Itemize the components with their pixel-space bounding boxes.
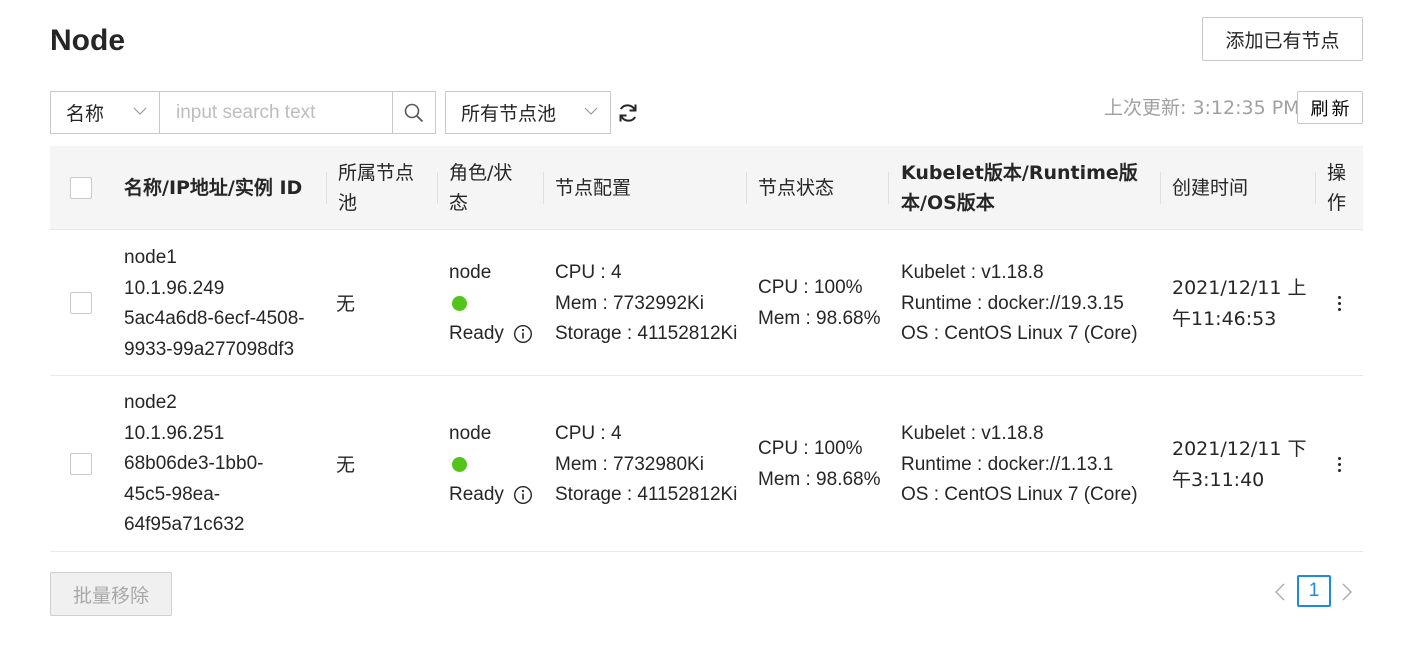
node-pool: 无 bbox=[336, 293, 356, 315]
last-updated-text: 上次更新: 3:12:35 PM bbox=[1104, 97, 1300, 119]
ready-status-dot bbox=[452, 456, 467, 472]
search-input[interactable] bbox=[160, 91, 393, 134]
info-icon[interactable] bbox=[513, 324, 533, 344]
header-node-status: 节点状态 bbox=[758, 177, 835, 199]
chevron-left-icon[interactable] bbox=[1270, 580, 1290, 604]
node-config: CPU : 4 Mem : 7732980Ki Storage : 411528… bbox=[555, 423, 738, 505]
header-node-pool: 所属节点 池 bbox=[338, 162, 415, 214]
node-state: Ready bbox=[449, 323, 504, 344]
table-header: 名称/IP地址/实例 ID 所属节点 池 角色/状 态 节点配置 节点状态 Ku… bbox=[50, 146, 1363, 230]
node-versions: Kubelet : v1.18.8 Runtime : docker://19.… bbox=[901, 262, 1138, 344]
node-versions: Kubelet : v1.18.8 Runtime : docker://1.1… bbox=[901, 423, 1138, 505]
created-time: 2021/12/11 下 午3:11:40 bbox=[1172, 438, 1307, 491]
role-status: node Ready bbox=[449, 258, 533, 350]
more-actions-icon[interactable] bbox=[1329, 450, 1349, 478]
node-pool-select[interactable]: 所有节点池 bbox=[445, 91, 611, 134]
node-state: Ready bbox=[449, 484, 504, 505]
header-node-config: 节点配置 bbox=[555, 177, 632, 199]
chevron-down-icon bbox=[584, 107, 598, 115]
role-status: node Ready bbox=[449, 419, 533, 511]
page-title: Node bbox=[50, 24, 125, 57]
search-icon bbox=[404, 103, 424, 122]
reload-icon[interactable] bbox=[616, 101, 640, 125]
ready-status-dot bbox=[452, 295, 467, 311]
node-ip: 10.1.96.249 bbox=[124, 277, 225, 299]
instance-id-line: 5ac4a6d8-6ecf-4508- bbox=[124, 308, 305, 329]
node-config: CPU : 4 Mem : 7732992Ki Storage : 411528… bbox=[555, 262, 738, 344]
node-usage: CPU : 100% Mem : 98.68% bbox=[758, 438, 881, 490]
select-all-checkbox[interactable] bbox=[70, 177, 92, 199]
pagination-page-1[interactable]: 1 bbox=[1297, 575, 1331, 607]
node-ip: 10.1.96.251 bbox=[124, 422, 225, 444]
row-checkbox[interactable] bbox=[70, 453, 92, 475]
instance-id-line: 68b06de3-1bb0- bbox=[124, 453, 264, 474]
header-role-status: 角色/状 态 bbox=[449, 162, 513, 214]
node-usage: CPU : 100% Mem : 98.68% bbox=[758, 277, 881, 329]
node-pool-select-value: 所有节点池 bbox=[461, 103, 557, 125]
header-created-time: 创建时间 bbox=[1172, 177, 1249, 199]
created-time: 2021/12/11 上 午11:46:53 bbox=[1172, 277, 1307, 330]
node-name: node2 bbox=[124, 392, 177, 413]
row-checkbox[interactable] bbox=[70, 292, 92, 314]
refresh-button[interactable]: 刷新 bbox=[1297, 91, 1363, 124]
header-name: 名称/IP地址/实例 ID bbox=[124, 177, 303, 199]
info-icon[interactable] bbox=[513, 485, 533, 505]
node-role: node bbox=[449, 423, 492, 444]
table-row: node1 10.1.96.249 5ac4a6d8-6ecf-4508- 99… bbox=[50, 230, 1363, 376]
batch-remove-button[interactable]: 批量移除 bbox=[50, 572, 172, 616]
chevron-down-icon bbox=[133, 107, 147, 115]
header-versions: Kubelet版本/Runtime版 本/OS版本 bbox=[901, 162, 1138, 214]
node-identity: node2 10.1.96.251 68b06de3-1bb0- 45c5-98… bbox=[124, 388, 263, 541]
add-existing-node-button[interactable]: 添加已有节点 bbox=[1202, 17, 1363, 61]
search-button[interactable] bbox=[392, 91, 436, 134]
table-row: node2 10.1.96.251 68b06de3-1bb0- 45c5-98… bbox=[50, 376, 1363, 552]
search-field-select-value: 名称 bbox=[66, 103, 105, 125]
node-name: node1 bbox=[124, 247, 177, 268]
instance-id-line: 64f95a71c632 bbox=[124, 514, 245, 535]
more-actions-icon[interactable] bbox=[1329, 289, 1349, 317]
header-operations: 操 作 bbox=[1327, 162, 1347, 214]
node-role: node bbox=[449, 262, 492, 283]
instance-id-line: 9933-99a277098df3 bbox=[124, 338, 295, 360]
node-identity: node1 10.1.96.249 5ac4a6d8-6ecf-4508- 99… bbox=[124, 243, 305, 365]
node-pool: 无 bbox=[336, 454, 356, 476]
chevron-right-icon[interactable] bbox=[1337, 580, 1357, 604]
instance-id-line: 45c5-98ea- bbox=[124, 483, 221, 505]
search-field-select[interactable]: 名称 bbox=[50, 91, 160, 134]
